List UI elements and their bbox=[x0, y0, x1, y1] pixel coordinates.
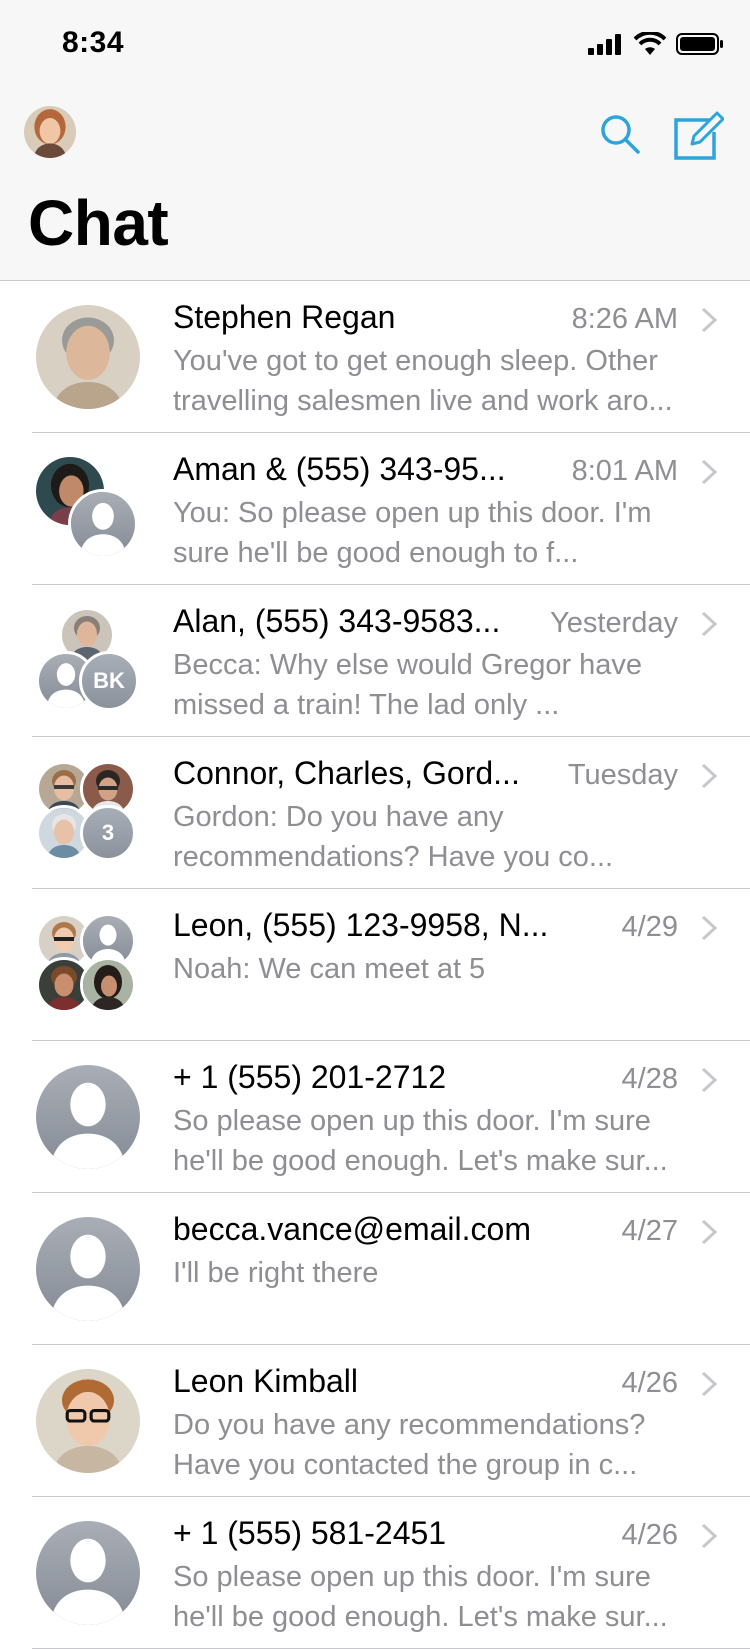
chat-time: 4/27 bbox=[621, 1215, 678, 1247]
chat-row[interactable]: + 1 (555) 581-2451 4/26 So please open u… bbox=[0, 1497, 750, 1649]
chevron-right-icon bbox=[701, 763, 718, 789]
chat-row[interactable]: Stephen Regan 8:26 AM You've got to get … bbox=[0, 281, 750, 433]
wifi-icon bbox=[634, 32, 666, 55]
chat-name: Aman & (555) 343-95... bbox=[173, 451, 506, 487]
avatar bbox=[36, 305, 140, 409]
chevron-right-icon bbox=[701, 307, 718, 333]
chat-row[interactable]: Leon, (555) 123-9958, N... 4/29 Noah: We… bbox=[0, 889, 750, 1041]
status-time: 8:34 bbox=[62, 26, 125, 59]
chat-name: Connor, Charles, Gord... bbox=[173, 755, 520, 791]
chat-name: + 1 (555) 581-2451 bbox=[173, 1515, 447, 1551]
chat-name: Stephen Regan bbox=[173, 299, 396, 335]
chat-time: 4/26 bbox=[621, 1519, 678, 1551]
chat-row[interactable]: becca.vance@email.com 4/27 I'll be right… bbox=[0, 1193, 750, 1345]
chat-time: 4/26 bbox=[621, 1367, 678, 1399]
chevron-right-icon bbox=[701, 611, 718, 637]
avatar bbox=[80, 957, 136, 1013]
chevron-right-icon bbox=[701, 1219, 718, 1245]
search-icon[interactable] bbox=[598, 112, 642, 156]
count-badge: 3 bbox=[80, 805, 136, 861]
avatar-placeholder bbox=[36, 1217, 140, 1321]
chat-name: Alan, (555) 343-9583... bbox=[173, 603, 501, 639]
avatar bbox=[36, 1369, 140, 1473]
chevron-right-icon bbox=[701, 1371, 718, 1397]
chevron-right-icon bbox=[701, 915, 718, 941]
compose-icon[interactable] bbox=[672, 110, 724, 162]
chat-time: 4/29 bbox=[621, 911, 678, 943]
chevron-right-icon bbox=[701, 1067, 718, 1093]
chat-preview: Becca: Why else would Gregor have missed… bbox=[173, 649, 643, 721]
avatar-placeholder bbox=[68, 489, 138, 559]
chat-preview: Do you have any recommendations? Have yo… bbox=[173, 1409, 646, 1481]
initials-badge: BK bbox=[79, 651, 139, 711]
chevron-right-icon bbox=[701, 1523, 718, 1549]
chat-row[interactable]: + 1 (555) 201-2712 4/28 So please open u… bbox=[0, 1041, 750, 1193]
chat-row[interactable]: BK Alan, (555) 343-9583... Yesterday Bec… bbox=[0, 585, 750, 737]
chat-list: Stephen Regan 8:26 AM You've got to get … bbox=[0, 281, 750, 1649]
chat-time: 4/28 bbox=[621, 1063, 678, 1095]
top-bar: 8:34 Chat bbox=[0, 0, 750, 281]
chat-row[interactable]: Leon Kimball 4/26 Do you have any recomm… bbox=[0, 1345, 750, 1497]
chat-preview: I'll be right there bbox=[173, 1257, 379, 1289]
chat-row[interactable]: Aman & (555) 343-95... 8:01 AM You: So p… bbox=[0, 433, 750, 585]
avatar-placeholder bbox=[36, 1065, 140, 1169]
chat-time: Tuesday bbox=[567, 759, 678, 791]
signal-icon bbox=[588, 34, 621, 55]
chevron-right-icon bbox=[701, 459, 718, 485]
chat-name: becca.vance@email.com bbox=[173, 1211, 531, 1247]
status-icons bbox=[588, 32, 724, 56]
profile-avatar[interactable] bbox=[24, 106, 76, 158]
chat-time: 8:26 AM bbox=[571, 303, 678, 335]
chat-row[interactable]: 3 Connor, Charles, Gord... Tuesday Gordo… bbox=[0, 737, 750, 889]
chat-preview: Noah: We can meet at 5 bbox=[173, 953, 486, 985]
battery-icon bbox=[676, 33, 723, 55]
chat-time: Yesterday bbox=[550, 607, 678, 639]
avatar-placeholder bbox=[36, 1521, 140, 1625]
chat-name: + 1 (555) 201-2712 bbox=[173, 1059, 447, 1095]
chat-preview: So please open up this door. I'm sure he… bbox=[173, 1561, 668, 1633]
chat-preview: Gordon: Do you have any recommendations?… bbox=[173, 801, 614, 873]
chat-name: Leon, (555) 123-9958, N... bbox=[173, 907, 549, 943]
chat-preview: You: So please open up this door. I'm su… bbox=[173, 497, 652, 569]
chat-preview: So please open up this door. I'm sure he… bbox=[173, 1105, 668, 1177]
page-title: Chat bbox=[28, 187, 169, 259]
chat-name: Leon Kimball bbox=[173, 1363, 358, 1399]
chat-time: 8:01 AM bbox=[571, 455, 678, 487]
chat-preview: You've got to get enough sleep. Other tr… bbox=[173, 345, 673, 417]
